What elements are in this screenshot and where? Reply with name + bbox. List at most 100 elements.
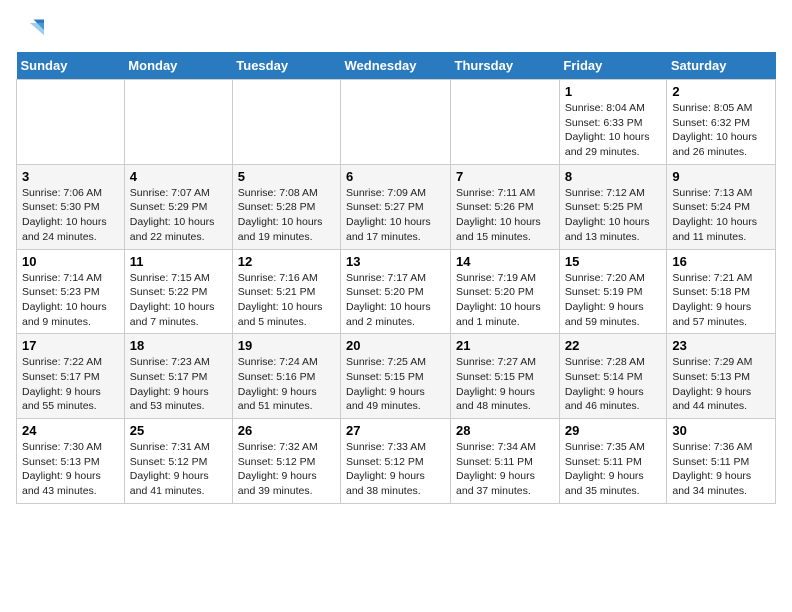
calendar-cell: 6 Sunrise: 7:09 AMSunset: 5:27 PMDaylight… <box>341 164 451 249</box>
day-number: 16 <box>672 254 770 269</box>
day-info: Sunrise: 7:22 AMSunset: 5:17 PMDaylight:… <box>22 355 119 414</box>
calendar-cell: 21 Sunrise: 7:27 AMSunset: 5:15 PMDayligh… <box>451 334 560 419</box>
calendar-cell: 3 Sunrise: 7:06 AMSunset: 5:30 PMDaylight… <box>17 164 125 249</box>
day-info: Sunrise: 7:13 AMSunset: 5:24 PMDaylight:… <box>672 186 770 245</box>
calendar-cell: 25 Sunrise: 7:31 AMSunset: 5:12 PMDayligh… <box>124 419 232 504</box>
column-header-friday: Friday <box>559 52 667 80</box>
calendar-cell: 28 Sunrise: 7:34 AMSunset: 5:11 PMDayligh… <box>451 419 560 504</box>
day-number: 23 <box>672 338 770 353</box>
calendar-cell: 29Sunrise: 7:35 AMSunset: 5:11 PMDayligh… <box>559 419 667 504</box>
calendar-cell: 12 Sunrise: 7:16 AMSunset: 5:21 PMDayligh… <box>232 249 340 334</box>
column-header-monday: Monday <box>124 52 232 80</box>
day-number: 21 <box>456 338 554 353</box>
day-info: Sunrise: 7:08 AMSunset: 5:28 PMDaylight:… <box>238 186 335 245</box>
day-info: Sunrise: 7:31 AMSunset: 5:12 PMDaylight:… <box>130 440 227 499</box>
day-number: 9 <box>672 169 770 184</box>
logo-icon <box>16 16 44 44</box>
day-info: Sunrise: 7:19 AMSunset: 5:20 PMDaylight:… <box>456 271 554 330</box>
day-info: Sunrise: 7:32 AMSunset: 5:12 PMDaylight:… <box>238 440 335 499</box>
calendar-cell <box>232 80 340 165</box>
day-number: 17 <box>22 338 119 353</box>
day-info: Sunrise: 7:14 AMSunset: 5:23 PMDaylight:… <box>22 271 119 330</box>
day-info: Sunrise: 7:16 AMSunset: 5:21 PMDaylight:… <box>238 271 335 330</box>
day-info: Sunrise: 7:23 AMSunset: 5:17 PMDaylight:… <box>130 355 227 414</box>
day-info: Sunrise: 7:20 AMSunset: 5:19 PMDaylight:… <box>565 271 662 330</box>
day-number: 14 <box>456 254 554 269</box>
day-number: 27 <box>346 423 445 438</box>
calendar-week-row: 17 Sunrise: 7:22 AMSunset: 5:17 PMDayligh… <box>17 334 776 419</box>
calendar-cell: 26 Sunrise: 7:32 AMSunset: 5:12 PMDayligh… <box>232 419 340 504</box>
calendar-cell: 1 Sunrise: 8:04 AMSunset: 6:33 PMDaylight… <box>559 80 667 165</box>
day-number: 3 <box>22 169 119 184</box>
day-info: Sunrise: 8:05 AMSunset: 6:32 PMDaylight:… <box>672 101 770 160</box>
day-number: 30 <box>672 423 770 438</box>
calendar-cell: 14 Sunrise: 7:19 AMSunset: 5:20 PMDayligh… <box>451 249 560 334</box>
calendar-cell: 16 Sunrise: 7:21 AMSunset: 5:18 PMDayligh… <box>667 249 776 334</box>
column-header-tuesday: Tuesday <box>232 52 340 80</box>
day-number: 12 <box>238 254 335 269</box>
calendar-header-row: SundayMondayTuesdayWednesdayThursdayFrid… <box>17 52 776 80</box>
calendar-cell: 8 Sunrise: 7:12 AMSunset: 5:25 PMDaylight… <box>559 164 667 249</box>
day-number: 4 <box>130 169 227 184</box>
calendar-cell: 18 Sunrise: 7:23 AMSunset: 5:17 PMDayligh… <box>124 334 232 419</box>
day-number: 6 <box>346 169 445 184</box>
calendar-cell <box>17 80 125 165</box>
calendar-cell <box>341 80 451 165</box>
day-number: 22 <box>565 338 662 353</box>
day-number: 10 <box>22 254 119 269</box>
day-number: 8 <box>565 169 662 184</box>
day-info: Sunrise: 7:36 AMSunset: 5:11 PMDaylight:… <box>672 440 770 499</box>
day-number: 18 <box>130 338 227 353</box>
day-info: Sunrise: 7:17 AMSunset: 5:20 PMDaylight:… <box>346 271 445 330</box>
logo <box>16 16 48 44</box>
day-info: Sunrise: 7:21 AMSunset: 5:18 PMDaylight:… <box>672 271 770 330</box>
calendar-cell: 2 Sunrise: 8:05 AMSunset: 6:32 PMDaylight… <box>667 80 776 165</box>
calendar-cell: 15Sunrise: 7:20 AMSunset: 5:19 PMDayligh… <box>559 249 667 334</box>
day-info: Sunrise: 7:11 AMSunset: 5:26 PMDaylight:… <box>456 186 554 245</box>
calendar-week-row: 1 Sunrise: 8:04 AMSunset: 6:33 PMDaylight… <box>17 80 776 165</box>
day-number: 5 <box>238 169 335 184</box>
calendar-cell: 22 Sunrise: 7:28 AMSunset: 5:14 PMDayligh… <box>559 334 667 419</box>
calendar-cell: 13 Sunrise: 7:17 AMSunset: 5:20 PMDayligh… <box>341 249 451 334</box>
day-info: Sunrise: 7:06 AMSunset: 5:30 PMDaylight:… <box>22 186 119 245</box>
page-header <box>16 16 776 44</box>
calendar-cell: 20Sunrise: 7:25 AMSunset: 5:15 PMDayligh… <box>341 334 451 419</box>
column-header-wednesday: Wednesday <box>341 52 451 80</box>
calendar-week-row: 24Sunrise: 7:30 AMSunset: 5:13 PMDayligh… <box>17 419 776 504</box>
calendar-week-row: 10 Sunrise: 7:14 AMSunset: 5:23 PMDayligh… <box>17 249 776 334</box>
day-number: 25 <box>130 423 227 438</box>
day-info: Sunrise: 7:29 AMSunset: 5:13 PMDaylight:… <box>672 355 770 414</box>
day-number: 26 <box>238 423 335 438</box>
day-number: 11 <box>130 254 227 269</box>
calendar-table: SundayMondayTuesdayWednesdayThursdayFrid… <box>16 52 776 504</box>
day-number: 28 <box>456 423 554 438</box>
calendar-cell: 23 Sunrise: 7:29 AMSunset: 5:13 PMDayligh… <box>667 334 776 419</box>
day-number: 19 <box>238 338 335 353</box>
day-info: Sunrise: 7:09 AMSunset: 5:27 PMDaylight:… <box>346 186 445 245</box>
day-number: 29 <box>565 423 662 438</box>
day-info: Sunrise: 7:12 AMSunset: 5:25 PMDaylight:… <box>565 186 662 245</box>
day-info: Sunrise: 7:34 AMSunset: 5:11 PMDaylight:… <box>456 440 554 499</box>
day-info: Sunrise: 8:04 AMSunset: 6:33 PMDaylight:… <box>565 101 662 160</box>
calendar-cell: 11 Sunrise: 7:15 AMSunset: 5:22 PMDayligh… <box>124 249 232 334</box>
day-number: 1 <box>565 84 662 99</box>
calendar-cell: 7 Sunrise: 7:11 AMSunset: 5:26 PMDaylight… <box>451 164 560 249</box>
calendar-cell: 27 Sunrise: 7:33 AMSunset: 5:12 PMDayligh… <box>341 419 451 504</box>
column-header-saturday: Saturday <box>667 52 776 80</box>
day-info: Sunrise: 7:33 AMSunset: 5:12 PMDaylight:… <box>346 440 445 499</box>
calendar-cell: 24Sunrise: 7:30 AMSunset: 5:13 PMDayligh… <box>17 419 125 504</box>
day-number: 13 <box>346 254 445 269</box>
day-info: Sunrise: 7:15 AMSunset: 5:22 PMDaylight:… <box>130 271 227 330</box>
day-info: Sunrise: 7:27 AMSunset: 5:15 PMDaylight:… <box>456 355 554 414</box>
calendar-week-row: 3 Sunrise: 7:06 AMSunset: 5:30 PMDaylight… <box>17 164 776 249</box>
calendar-cell: 19Sunrise: 7:24 AMSunset: 5:16 PMDayligh… <box>232 334 340 419</box>
day-number: 7 <box>456 169 554 184</box>
day-number: 24 <box>22 423 119 438</box>
calendar-cell: 10 Sunrise: 7:14 AMSunset: 5:23 PMDayligh… <box>17 249 125 334</box>
day-info: Sunrise: 7:25 AMSunset: 5:15 PMDaylight:… <box>346 355 445 414</box>
day-info: Sunrise: 7:28 AMSunset: 5:14 PMDaylight:… <box>565 355 662 414</box>
column-header-thursday: Thursday <box>451 52 560 80</box>
day-info: Sunrise: 7:07 AMSunset: 5:29 PMDaylight:… <box>130 186 227 245</box>
calendar-cell: 9 Sunrise: 7:13 AMSunset: 5:24 PMDaylight… <box>667 164 776 249</box>
day-number: 2 <box>672 84 770 99</box>
